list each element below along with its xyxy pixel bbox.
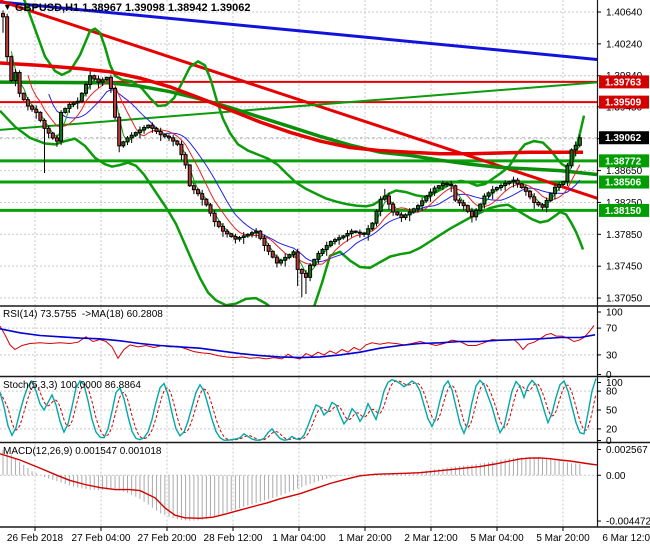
svg-text:100: 100 bbox=[606, 308, 623, 319]
time-axis-label: 5 Mar 20:00 bbox=[536, 533, 590, 544]
time-axis-label: 26 Feb 2018 bbox=[7, 533, 64, 544]
time-axis-label: 2 Mar 12:00 bbox=[404, 533, 458, 544]
svg-text:1.38772: 1.38772 bbox=[605, 156, 642, 167]
svg-text:1.38650: 1.38650 bbox=[606, 166, 643, 177]
svg-text:1.37450: 1.37450 bbox=[606, 262, 643, 273]
time-axis-label: 6 Mar 12:00 bbox=[602, 533, 650, 544]
svg-text:1.39763: 1.39763 bbox=[605, 77, 642, 88]
svg-text:1.40640: 1.40640 bbox=[606, 8, 643, 19]
time-axis-label: 27 Feb 20:00 bbox=[138, 533, 197, 544]
chart-canvas[interactable]: 1.406401.402401.398401.394501.390501.386… bbox=[0, 0, 650, 550]
svg-text:1.38150: 1.38150 bbox=[605, 206, 642, 217]
svg-text:30: 30 bbox=[606, 350, 618, 361]
time-axis-label: 1 Mar 20:00 bbox=[338, 533, 392, 544]
time-axis-label: 1 Mar 04:00 bbox=[272, 533, 326, 544]
time-axis-label: 27 Feb 04:00 bbox=[72, 533, 131, 544]
svg-text:0.00: 0.00 bbox=[606, 471, 626, 482]
time-axis-label: 28 Feb 12:00 bbox=[204, 533, 263, 544]
svg-text:50: 50 bbox=[606, 406, 618, 417]
svg-text:1.37850: 1.37850 bbox=[606, 230, 643, 241]
svg-text:0.002567: 0.002567 bbox=[606, 445, 648, 456]
svg-text:1.40240: 1.40240 bbox=[606, 39, 643, 50]
svg-text:1.39062: 1.39062 bbox=[605, 133, 642, 144]
trading-chart-window: 1.406401.402401.398401.394501.390501.386… bbox=[0, 0, 650, 550]
svg-text:20: 20 bbox=[606, 424, 618, 435]
svg-text:1.39509: 1.39509 bbox=[605, 98, 642, 109]
svg-text:80: 80 bbox=[606, 387, 618, 398]
svg-text:1.38506: 1.38506 bbox=[605, 178, 642, 189]
time-axis-label: 5 Mar 04:00 bbox=[470, 533, 524, 544]
svg-text:-0.004472: -0.004472 bbox=[606, 517, 650, 528]
svg-text:1.37050: 1.37050 bbox=[606, 294, 643, 305]
svg-text:70: 70 bbox=[606, 324, 618, 335]
